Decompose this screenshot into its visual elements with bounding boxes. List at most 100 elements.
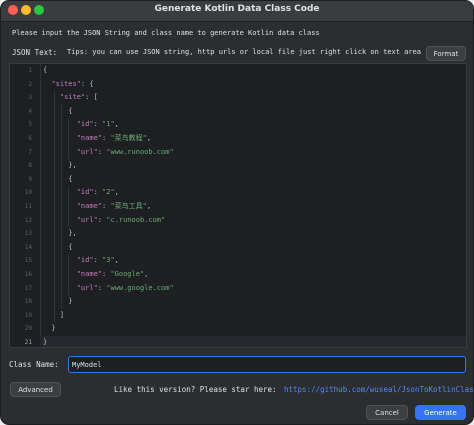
line-number: 21 <box>24 339 32 346</box>
code-text: "url": "c.runoob.com" <box>43 214 166 228</box>
line-number: 13 <box>24 230 32 238</box>
line-number: 11 <box>24 203 32 210</box>
json-key: "url" <box>76 147 98 156</box>
json-punctuation: { <box>43 174 73 183</box>
code-text: { <box>43 105 73 119</box>
json-punctuation: , <box>146 202 152 210</box>
line-number: 19 <box>24 311 32 319</box>
json-string: "菜鸟教程" <box>110 134 147 142</box>
json-key: "url" <box>76 215 98 224</box>
json-key: "name" <box>76 202 103 210</box>
github-link[interactable]: https://github.com/wuseal/JsonToKotlinCl… <box>284 385 473 394</box>
json-string: "www.runoob.com" <box>106 147 174 156</box>
class-name-input[interactable] <box>68 356 466 373</box>
json-string: "c.runoob.com" <box>106 215 166 224</box>
code-area[interactable]: 1{2 "sites": {3 "site": [4 {5 "id": "1",… <box>25 64 466 347</box>
code-text: { <box>43 173 73 187</box>
json-punctuation: { <box>43 242 73 251</box>
json-punctuation: , <box>114 256 119 265</box>
json-punctuation <box>43 216 77 224</box>
code-line[interactable]: 20 } <box>25 322 466 336</box>
line-number: 5 <box>28 121 32 129</box>
line-number: 4 <box>28 107 32 115</box>
json-string: "www.google.com" <box>106 283 174 292</box>
json-punctuation: : [ <box>85 93 98 102</box>
code-line[interactable]: 1{ <box>28 64 466 78</box>
code-text: }, <box>43 159 77 173</box>
code-line[interactable]: 17 "url": "www.google.com" <box>25 282 466 296</box>
line-number: 20 <box>24 325 32 333</box>
generate-button[interactable]: Generate <box>415 405 466 420</box>
code-line[interactable]: 15 "id": "3", <box>25 254 466 268</box>
code-line[interactable]: 16 "name": "Google", <box>25 268 466 282</box>
json-string: "3" <box>102 256 115 265</box>
code-line[interactable]: 13 }, <box>25 227 466 241</box>
code-line[interactable]: 12 "url": "c.runoob.com" <box>25 214 466 228</box>
json-punctuation: : <box>93 188 103 197</box>
instructions-text: Please input the JSON String and class n… <box>12 29 320 37</box>
json-string: "2" <box>102 188 115 197</box>
json-punctuation: } <box>43 324 56 333</box>
format-button[interactable]: Format <box>426 46 466 61</box>
json-punctuation: , <box>114 188 119 197</box>
line-number: 14 <box>24 243 32 251</box>
json-key: "name" <box>76 134 103 142</box>
code-line[interactable]: 14 { <box>25 241 466 255</box>
star-prompt-text: Like this version? Please star here: <box>114 385 277 394</box>
json-punctuation <box>43 120 77 128</box>
json-key: "id" <box>76 188 94 197</box>
json-text-label: JSON Text: <box>12 48 58 57</box>
advanced-button[interactable]: Advanced <box>10 382 61 397</box>
code-line[interactable]: 7 "url": "www.runoob.com" <box>28 146 466 160</box>
code-text: "url": "www.runoob.com" <box>43 146 174 160</box>
json-punctuation: } <box>43 338 48 346</box>
class-name-label: Class Name: <box>9 360 59 369</box>
json-key: "site" <box>59 93 86 102</box>
json-punctuation: }, <box>43 161 77 170</box>
line-number: 7 <box>28 148 32 156</box>
code-line[interactable]: 3 "site": [ <box>28 91 466 105</box>
json-key: "name" <box>76 270 103 278</box>
json-punctuation <box>43 256 77 264</box>
cancel-button[interactable]: Cancel <box>366 405 408 420</box>
line-number: 9 <box>28 175 32 183</box>
line-number: 12 <box>24 216 32 224</box>
line-number: 18 <box>24 298 32 306</box>
json-punctuation <box>43 134 77 142</box>
code-line[interactable]: 4 { <box>28 105 466 119</box>
code-line[interactable]: 10 "id": "2", <box>25 186 466 200</box>
code-line[interactable]: 6 "name": "菜鸟教程", <box>28 132 466 146</box>
code-text: { <box>43 64 47 78</box>
dialog-window: Generate Kotlin Data Class Code Please i… <box>0 0 474 425</box>
line-number: 8 <box>28 162 32 170</box>
code-line[interactable]: 9 { <box>28 173 466 187</box>
json-punctuation: , <box>114 120 119 129</box>
json-punctuation: : <box>97 283 107 292</box>
code-line[interactable]: 5 "id": "1", <box>28 118 466 132</box>
json-string: "菜鸟工具" <box>110 202 147 210</box>
json-punctuation: : { <box>80 79 94 88</box>
code-text: "name": "Google", <box>43 268 149 282</box>
code-line[interactable]: 18 } <box>25 295 466 309</box>
window-title: Generate Kotlin Data Class Code <box>154 4 320 14</box>
json-punctuation: : <box>93 120 103 129</box>
json-punctuation: , <box>144 270 149 278</box>
json-punctuation: }, <box>43 229 77 238</box>
code-text: { <box>43 241 73 255</box>
code-line[interactable]: 19 ] <box>25 309 466 323</box>
code-text: } <box>43 295 72 309</box>
code-line[interactable]: 21} <box>25 336 466 347</box>
json-punctuation <box>43 93 60 101</box>
code-text: ] <box>43 309 64 323</box>
json-punctuation: { <box>43 106 73 115</box>
code-text: "id": "2", <box>43 186 119 200</box>
code-line[interactable]: 8 }, <box>28 159 466 173</box>
json-string: "Google" <box>110 270 145 278</box>
json-editor[interactable]: 1{2 "sites": {3 "site": [4 {5 "id": "1",… <box>9 63 467 348</box>
line-number: 15 <box>24 257 32 265</box>
code-line[interactable]: 11 "name": "菜鸟工具", <box>25 200 466 214</box>
json-punctuation <box>43 148 77 156</box>
code-line[interactable]: 2 "sites": { <box>28 78 466 92</box>
json-key: "url" <box>76 283 98 292</box>
code-text: "name": "菜鸟工具", <box>43 200 151 214</box>
